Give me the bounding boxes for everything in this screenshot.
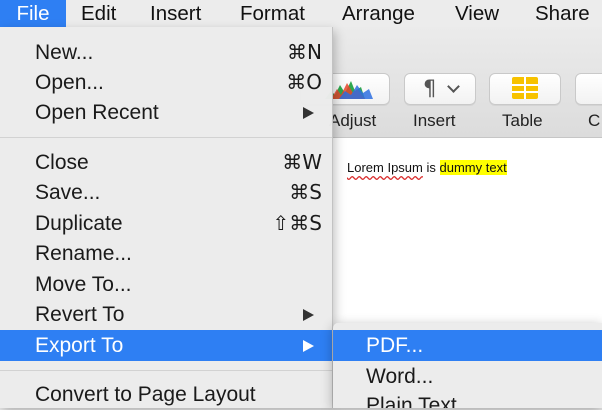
shortcut-text: ⌘O	[286, 70, 322, 94]
menu-separator	[0, 370, 332, 371]
menu-item-close[interactable]: Close ⌘W	[0, 147, 332, 178]
misspelled-word: Lorem Ipsum	[347, 160, 423, 175]
file-menu: New... ⌘N Open... ⌘O Open Recent Close ⌘…	[0, 27, 333, 408]
table-icon	[512, 77, 538, 99]
menu-item-export-to[interactable]: Export To	[0, 330, 332, 361]
menu-item-label: Move To...	[35, 273, 132, 296]
menu-item-label: Duplicate	[35, 212, 123, 235]
menu-item-revert-to[interactable]: Revert To	[0, 299, 332, 330]
document-body-text[interactable]: Lorem Ipsum is dummy text	[347, 160, 507, 175]
pilcrow-icon: ¶	[423, 76, 437, 100]
adjust-label: Adjust	[329, 111, 377, 130]
insert-label: Insert	[413, 111, 456, 130]
menu-edit[interactable]: Edit	[81, 0, 116, 27]
table-button[interactable]	[489, 73, 561, 105]
menu-item-label: Export To	[35, 334, 124, 357]
menu-item-label: New...	[35, 41, 94, 64]
export-submenu: PDF... Word... Plain Text	[333, 323, 602, 408]
menu-item-label: Revert To	[35, 303, 125, 326]
chevron-down-icon	[447, 80, 460, 93]
text-run: is	[422, 160, 440, 175]
menu-arrange[interactable]: Arrange	[342, 0, 415, 27]
submenu-arrow-icon	[303, 309, 314, 321]
menu-insert[interactable]: Insert	[150, 0, 201, 27]
menu-item-label: Close	[35, 151, 89, 174]
chart-label: C	[588, 111, 601, 130]
menu-item-label: Rename...	[35, 242, 132, 265]
menu-item-label: Open Recent	[35, 101, 159, 124]
menu-item-open[interactable]: Open... ⌘O	[0, 67, 332, 98]
shortcut-text: ⌘S	[289, 180, 322, 204]
submenu-item-plain-text[interactable]: Plain Text	[333, 390, 602, 408]
shortcut-text: ⌘N	[287, 40, 322, 64]
menu-item-new[interactable]: New... ⌘N	[0, 37, 332, 68]
menu-file[interactable]: File	[0, 0, 66, 27]
submenu-item-label: Word...	[366, 365, 434, 388]
menu-view[interactable]: View	[455, 0, 499, 27]
menu-format[interactable]: Format	[240, 0, 305, 27]
submenu-item-word[interactable]: Word...	[333, 361, 602, 392]
submenu-item-label: PDF...	[366, 334, 424, 357]
menu-separator	[0, 137, 332, 138]
menu-share[interactable]: Share	[535, 0, 590, 27]
menu-item-save[interactable]: Save... ⌘S	[0, 177, 332, 208]
menu-item-convert-to-page-layout[interactable]: Convert to Page Layout	[0, 379, 332, 410]
menu-item-label: Save...	[35, 181, 101, 204]
menu-bar: File Edit Insert Format Arrange View Sha…	[0, 0, 602, 27]
menu-item-label: Open...	[35, 71, 104, 94]
menu-item-open-recent[interactable]: Open Recent	[0, 97, 332, 128]
submenu-arrow-icon	[303, 340, 314, 352]
menu-item-label: Convert to Page Layout	[35, 383, 256, 406]
shortcut-text: ⇧⌘S	[272, 211, 322, 235]
table-label: Table	[502, 111, 543, 130]
menu-item-duplicate[interactable]: Duplicate ⇧⌘S	[0, 208, 332, 239]
submenu-item-pdf[interactable]: PDF...	[333, 330, 602, 361]
highlighted-text: dummy text	[439, 160, 507, 175]
menu-item-move-to[interactable]: Move To...	[0, 269, 332, 300]
insert-button[interactable]: ¶	[404, 73, 476, 105]
submenu-arrow-icon	[303, 107, 314, 119]
submenu-item-label: Plain Text	[366, 394, 457, 408]
shortcut-text: ⌘W	[282, 150, 322, 174]
chart-button[interactable]	[575, 73, 602, 105]
menu-item-rename[interactable]: Rename...	[0, 238, 332, 269]
adjust-histogram-icon	[325, 81, 373, 99]
